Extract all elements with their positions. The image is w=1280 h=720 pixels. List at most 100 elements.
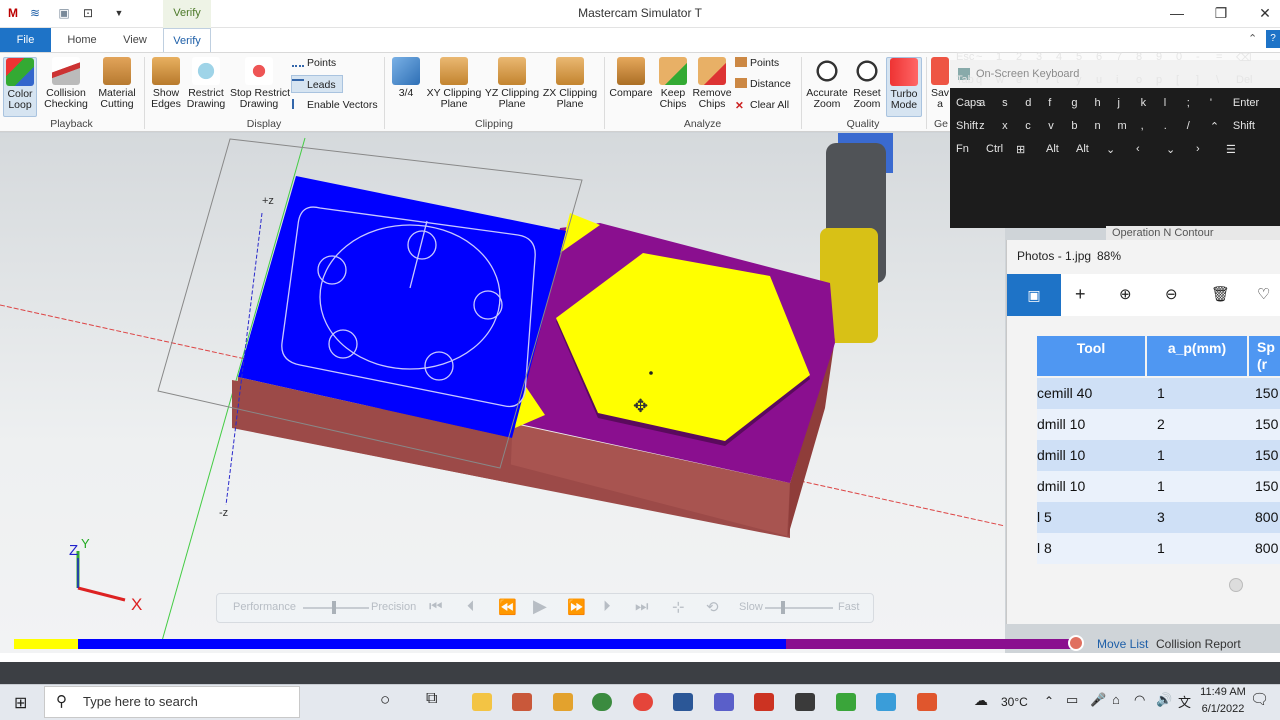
keyboard-key[interactable]: s — [1002, 97, 1008, 109]
keyboard-key[interactable]: b — [1071, 120, 1077, 132]
collision-report-tab[interactable]: Collision Report — [1156, 637, 1241, 651]
color-loop-button[interactable]: Color Loop — [3, 57, 37, 117]
keyboard-key[interactable]: Fn — [956, 143, 969, 155]
keyboard-key[interactable]: q — [976, 74, 982, 86]
teams-icon[interactable] — [714, 693, 734, 711]
keyboard-key[interactable]: = — [1216, 51, 1222, 63]
keyboard-key[interactable]: , — [1141, 120, 1144, 132]
wifi-icon[interactable]: ◠ — [1134, 692, 1145, 708]
app-icon[interactable] — [633, 693, 653, 711]
file-explorer-icon[interactable] — [472, 693, 492, 711]
battery-icon[interactable]: ▭ — [1066, 692, 1078, 708]
task-view-icon[interactable]: ⧉ — [426, 690, 437, 708]
keyboard-key[interactable]: c — [1025, 120, 1031, 132]
keyboard-key[interactable]: 3 — [1036, 51, 1042, 63]
keyboard-key[interactable]: ⌃ — [1210, 120, 1219, 133]
snipping-tool-icon[interactable] — [512, 693, 532, 711]
keyboard-key[interactable]: 2 — [1016, 51, 1022, 63]
keyboard-key[interactable]: › — [1196, 143, 1200, 155]
material-cutting-button[interactable]: Material Cutting — [94, 57, 140, 110]
keyboard-key[interactable]: p — [1156, 74, 1162, 86]
close-button[interactable]: ✕ — [1242, 0, 1280, 28]
cortana-icon[interactable]: ○ — [380, 690, 390, 710]
restore-button[interactable]: ❐ — [1198, 0, 1244, 28]
chrome-icon[interactable] — [592, 693, 612, 711]
keyboard-key[interactable]: y — [1076, 74, 1082, 86]
keyboard-key[interactable]: j — [1118, 97, 1120, 109]
step-back-icon[interactable]: ⏴ — [467, 598, 475, 615]
pin-icon[interactable]: ⊹ — [672, 598, 685, 616]
keyboard-key[interactable]: e — [1016, 74, 1022, 86]
three-quarter-button[interactable]: 3/4 — [390, 57, 422, 99]
yz-clipping-plane-button[interactable]: YZ Clipping Plane — [484, 57, 540, 110]
rewind-icon[interactable]: ⏪ — [498, 598, 517, 616]
tab-home[interactable]: Home — [60, 28, 104, 52]
keyboard-key[interactable]: 6 — [1096, 51, 1102, 63]
keyboard-key[interactable]: ‹ — [1136, 143, 1140, 155]
tab-file[interactable]: File — [0, 28, 51, 52]
app-icon[interactable] — [876, 693, 896, 711]
xy-clipping-plane-button[interactable]: XY Clipping Plane — [426, 57, 482, 110]
keyboard-key[interactable]: / — [1187, 120, 1190, 132]
microphone-icon[interactable]: 🎤 — [1090, 692, 1106, 708]
quality-slider-track[interactable] — [303, 607, 369, 609]
keyboard-key[interactable]: o — [1136, 74, 1142, 86]
keyboard-key[interactable]: 1 — [996, 51, 1002, 63]
keyboard-key[interactable]: z — [979, 120, 985, 132]
move-list-tab[interactable]: Move List — [1097, 637, 1148, 651]
app-icon[interactable] — [673, 693, 693, 711]
show-hidden-icons-icon[interactable]: ⌃ — [1044, 694, 1054, 708]
keyboard-key[interactable]: r — [1036, 74, 1040, 86]
keyboard-key[interactable]: [ — [1176, 74, 1179, 86]
keyboard-key[interactable]: x — [1002, 120, 1008, 132]
keyboard-key[interactable]: Alt — [1046, 143, 1059, 155]
keyboard-key[interactable]: Enter — [1233, 97, 1259, 109]
app-icon[interactable] — [917, 693, 937, 711]
quality-slider-handle[interactable] — [332, 601, 336, 614]
keyboard-key[interactable]: 5 — [1076, 51, 1082, 63]
keyboard-key[interactable]: Esc — [956, 51, 974, 63]
zx-clipping-plane-button[interactable]: ZX Clipping Plane — [542, 57, 598, 110]
enable-vectors-button[interactable]: Enable Vectors — [292, 96, 382, 114]
display-points-button[interactable]: Points — [292, 54, 362, 72]
keyboard-key[interactable]: h — [1094, 97, 1100, 109]
keyboard-key[interactable]: Alt — [1076, 143, 1089, 155]
compare-button[interactable]: Compare — [608, 57, 654, 99]
progress-handle[interactable] — [1068, 635, 1084, 651]
collapse-ribbon-icon[interactable]: ⌃ — [1248, 32, 1257, 45]
mastercam-icon[interactable] — [754, 693, 774, 711]
keyboard-key[interactable]: f — [1048, 97, 1051, 109]
notifications-icon[interactable]: 🗨 — [1250, 690, 1269, 708]
tab-view[interactable]: View — [114, 28, 156, 52]
image-icon[interactable]: ▣ — [1007, 274, 1061, 316]
keyboard-key[interactable]: Ctrl — [986, 143, 1003, 155]
minimize-button[interactable]: — — [1154, 0, 1200, 28]
taskbar-search-input[interactable]: Type here to search — [44, 686, 300, 718]
keyboard-key[interactable]: \ — [1216, 74, 1219, 86]
app-icon[interactable] — [553, 693, 573, 711]
windows-start-icon[interactable]: ⊞ — [14, 693, 27, 713]
collision-checking-button[interactable]: Collision Checking — [40, 57, 92, 110]
keyboard-key[interactable]: Shift — [1233, 120, 1255, 132]
keyboard-key[interactable]: ] — [1196, 74, 1199, 86]
keyboard-key[interactable]: w — [996, 74, 1004, 86]
zoom-out-icon[interactable]: ⊖ — [1165, 285, 1178, 303]
keyboard-key[interactable]: k — [1141, 97, 1147, 109]
keyboard-key[interactable]: u — [1096, 74, 1102, 86]
temperature[interactable]: 30°C — [1001, 695, 1028, 709]
favorite-icon[interactable]: ♡ — [1257, 285, 1270, 303]
fast-forward-icon[interactable]: ⏩ — [567, 598, 586, 616]
language-icon[interactable]: 文 — [1178, 692, 1191, 711]
restrict-drawing-button[interactable]: Restrict Drawing — [186, 57, 226, 110]
speed-slider-track[interactable] — [765, 607, 833, 609]
keyboard-key[interactable]: ~ — [976, 51, 982, 63]
keyboard-key[interactable]: ' — [1210, 97, 1212, 109]
stop-restrict-drawing-button[interactable]: Stop Restrict Drawing — [230, 57, 290, 110]
volume-icon[interactable]: 🔊 — [1156, 692, 1172, 708]
keyboard-key[interactable]: m — [1118, 120, 1127, 132]
scroll-indicator[interactable] — [1229, 578, 1243, 592]
loop-icon[interactable]: ⟲ — [706, 598, 719, 616]
network-icon[interactable]: ⌂ — [1112, 692, 1120, 707]
keyboard-key[interactable]: . — [1164, 120, 1167, 132]
leads-button[interactable]: Leads — [291, 75, 343, 93]
